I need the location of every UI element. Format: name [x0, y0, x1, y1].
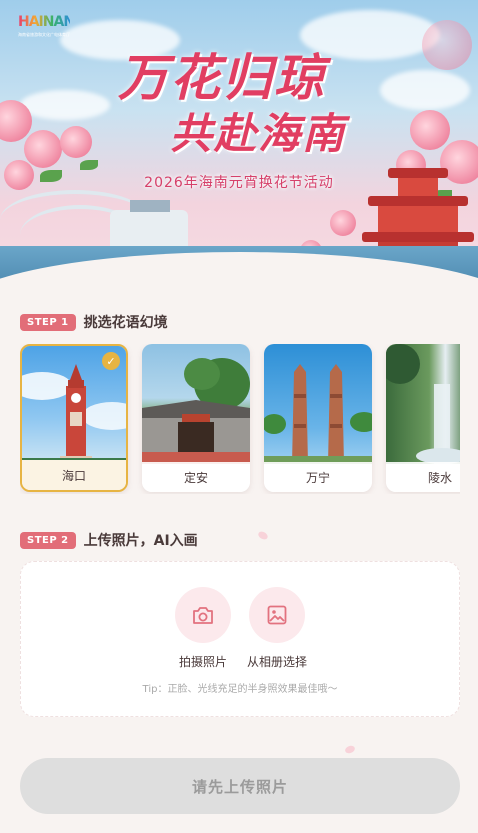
petal-decoration — [256, 529, 270, 542]
selected-check-icon: ✓ — [102, 352, 120, 370]
submit-button[interactable]: 请先上传照片 — [20, 758, 460, 814]
destination-card-haikou[interactable]: ✓ 海口 — [20, 344, 128, 492]
upload-tip: Tip：正脸、光线充足的半身照效果最佳哦～ — [142, 684, 338, 695]
step1-header: STEP 1 挑选花语幻境 — [20, 312, 168, 332]
hero-banner: HAINAN 海南省旅游和文化广电体育厅 万花归琼 共赴海南 2026年海南元宵… — [0, 0, 478, 292]
hero-title-line2: 共赴海南 — [170, 109, 347, 158]
destination-name: 万宁 — [264, 462, 372, 492]
hainan-logo: HAINAN 海南省旅游和文化广电体育厅 — [18, 14, 75, 37]
step2-label: 上传照片，AI入画 — [83, 533, 198, 549]
destination-card-dingan[interactable]: 定安 — [142, 344, 250, 492]
image-icon — [249, 587, 305, 643]
step2-badge: STEP 2 — [20, 531, 76, 549]
camera-icon — [175, 587, 231, 643]
hero-subtitle: 2026年海南元宵换花节活动 — [144, 175, 334, 191]
destination-carousel[interactable]: ✓ 海口 定安 万宁 陵水 — [20, 344, 460, 494]
destination-name: 定安 — [142, 462, 250, 492]
destination-name: 陵水 — [386, 462, 460, 492]
petal-decoration — [344, 744, 356, 755]
choose-from-album-button[interactable]: 从相册选择 — [237, 587, 317, 670]
dingan-photo — [142, 344, 250, 464]
destination-card-wanning[interactable]: 万宁 — [264, 344, 372, 492]
destination-name: 海口 — [22, 460, 126, 490]
step2-header: STEP 2 上传照片，AI入画 — [20, 530, 198, 550]
step1-badge: STEP 1 — [20, 313, 76, 331]
lingshui-photo — [386, 344, 460, 464]
photo-upload-panel: 拍摄照片 从相册选择 Tip：正脸、光线充足的半身照效果最佳哦～ — [20, 561, 460, 717]
destination-card-lingshui[interactable]: 陵水 — [386, 344, 460, 492]
step1-label: 挑选花语幻境 — [83, 315, 168, 331]
take-photo-button[interactable]: 拍摄照片 — [163, 587, 243, 670]
wanning-photo — [264, 344, 372, 464]
